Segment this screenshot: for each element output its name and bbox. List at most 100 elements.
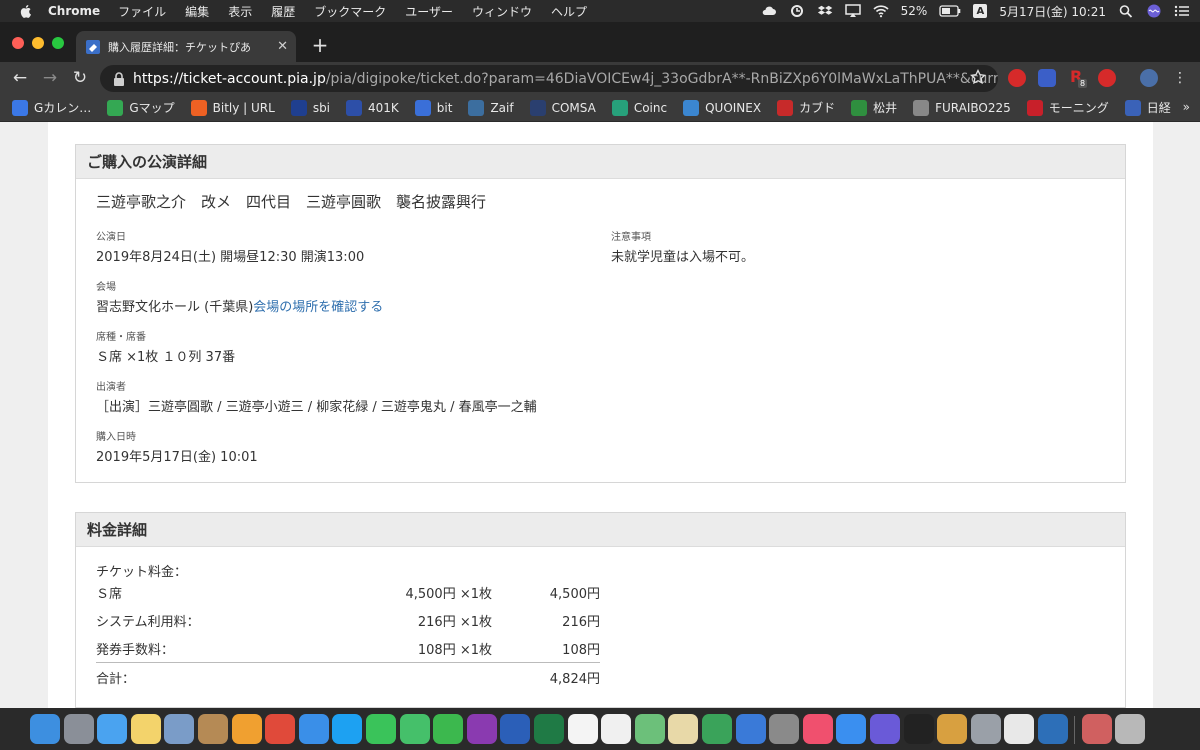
dropbox-icon[interactable]: [817, 4, 833, 18]
menu-bookmarks[interactable]: ブックマーク: [314, 3, 386, 20]
contacts-icon[interactable]: [198, 714, 228, 744]
profile-avatar-icon[interactable]: [1140, 69, 1158, 87]
excel-icon[interactable]: [534, 714, 564, 744]
siri-icon[interactable]: [870, 714, 900, 744]
bookmark-label: Gカレン…: [34, 101, 92, 115]
menu-edit[interactable]: 編集: [185, 3, 209, 20]
bookmark-label: 松井: [873, 101, 898, 115]
price-row-unit: 216円 ×1枚: [417, 615, 492, 630]
word-icon[interactable]: [500, 714, 531, 744]
bookmarks-overflow-icon[interactable]: »: [1183, 100, 1190, 114]
bookmark-item[interactable]: QUOINEX: [683, 99, 761, 116]
reminders-icon[interactable]: [601, 714, 632, 744]
bookmark-item[interactable]: 日経: [1124, 99, 1171, 116]
creative-cloud-icon[interactable]: [761, 4, 777, 18]
trend-micro-extension-icon[interactable]: [1008, 69, 1026, 87]
maps-icon[interactable]: [634, 714, 665, 744]
bookmark-item[interactable]: Gマップ: [107, 99, 175, 116]
bookmark-item[interactable]: sbi: [290, 99, 330, 116]
textedit-icon[interactable]: [668, 714, 699, 744]
airplay-icon[interactable]: [844, 4, 861, 18]
battery-icon[interactable]: [939, 4, 961, 18]
price-row: Ｓ席 4,500円 ×1枚 4,500円: [96, 583, 600, 603]
menu-help[interactable]: ヘルプ: [551, 3, 587, 20]
reload-icon[interactable]: ↻: [70, 68, 90, 88]
safari-icon[interactable]: [298, 714, 329, 744]
price-row-unit: 108円 ×1枚: [417, 643, 492, 658]
menu-view[interactable]: 表示: [228, 3, 252, 20]
screenshot-icon[interactable]: [970, 714, 1001, 744]
address-bar[interactable]: https://ticket-account.pia.jp/pia/digipo…: [100, 65, 998, 92]
window-zoom-button[interactable]: [52, 37, 64, 49]
chat-extension-icon[interactable]: [1038, 69, 1056, 87]
back-arrow-icon[interactable]: ←: [10, 68, 30, 88]
icloud-icon[interactable]: [97, 714, 128, 744]
venue-map-link[interactable]: 会場の場所を確認する: [253, 300, 383, 315]
app-name-menu[interactable]: Chrome: [48, 4, 100, 18]
notes-icon[interactable]: [130, 714, 161, 744]
dock-separator: [1073, 716, 1075, 744]
trash-icon[interactable]: [1115, 714, 1146, 744]
bookmark-star-icon[interactable]: [970, 69, 986, 85]
apple-logo-icon[interactable]: [18, 3, 34, 19]
bookmark-item[interactable]: 401K: [346, 99, 399, 116]
lastpass-extension-icon[interactable]: [1098, 69, 1116, 87]
quicktime-icon[interactable]: [1038, 714, 1068, 744]
lock-icon: [114, 71, 124, 86]
bookmark-item[interactable]: 松井: [851, 99, 897, 116]
calendar-icon[interactable]: [567, 714, 598, 744]
window-minimize-button[interactable]: [32, 37, 44, 49]
bookmark-item[interactable]: Zaif: [468, 99, 514, 116]
siri-icon[interactable]: [1146, 4, 1162, 18]
window-close-button[interactable]: [12, 37, 24, 49]
notification-center-icon[interactable]: [1174, 4, 1190, 18]
spotlight-search-icon[interactable]: [1118, 4, 1134, 18]
tab-title: 購入履歴詳細：チケットぴあ: [108, 40, 251, 54]
pages-icon[interactable]: [1004, 714, 1035, 744]
venue-field: 会場 習志野文化ホール (千葉県)会場の場所を確認する: [96, 278, 383, 315]
numbers-icon[interactable]: [702, 714, 732, 744]
bookmark-item[interactable]: COMSA: [529, 99, 596, 116]
wifi-icon[interactable]: [873, 4, 889, 18]
app-store-icon[interactable]: [836, 714, 867, 744]
preview-icon[interactable]: [164, 714, 195, 744]
bookmark-item[interactable]: Gカレン…: [12, 99, 91, 116]
seat-value: Ｓ席 ×1枚 １０列 37番: [96, 350, 236, 365]
launchpad-icon[interactable]: [63, 714, 94, 744]
bookmark-item[interactable]: モーニング: [1026, 99, 1109, 116]
menu-file[interactable]: ファイル: [118, 3, 166, 20]
keynote-icon[interactable]: [735, 714, 766, 744]
bookmark-item[interactable]: bit: [414, 99, 452, 116]
menu-history[interactable]: 履歴: [271, 3, 295, 20]
music-icon[interactable]: [802, 714, 833, 744]
finder-icon[interactable]: [30, 714, 60, 744]
system-preferences-icon[interactable]: [769, 714, 800, 744]
bookmark-item[interactable]: Bitly | URL: [190, 99, 275, 116]
sync-status-icon[interactable]: [789, 4, 805, 18]
tab-close-icon[interactable]: ✕: [277, 39, 288, 54]
menubar-clock[interactable]: 5月17日(金) 10:21: [999, 3, 1106, 20]
messages-icon[interactable]: [399, 714, 430, 744]
active-tab[interactable]: 購入履歴詳細：チケットぴあ ✕: [76, 31, 296, 62]
bookmark-item[interactable]: Coinc: [611, 99, 667, 116]
globe-icon: [913, 99, 930, 116]
facetime-icon[interactable]: [433, 714, 464, 744]
menu-window[interactable]: ウィンドウ: [472, 3, 532, 20]
new-tab-button[interactable]: +: [308, 34, 332, 58]
onenote-icon[interactable]: [466, 714, 497, 744]
chrome-icon[interactable]: [265, 714, 296, 744]
r-extension-icon[interactable]: R 8: [1068, 67, 1088, 88]
bookmark-item[interactable]: FURAIBO225: [913, 99, 1011, 116]
downloads-icon[interactable]: [1081, 714, 1112, 744]
input-method-indicator[interactable]: A: [973, 4, 988, 18]
photos-icon[interactable]: [231, 714, 262, 744]
bookmark-item[interactable]: カブド: [777, 99, 835, 116]
line-icon[interactable]: [366, 714, 396, 744]
menu-user[interactable]: ユーザー: [405, 3, 453, 20]
chrome-menu-icon[interactable]: ⋮: [1170, 68, 1190, 88]
forward-arrow-icon[interactable]: →: [40, 68, 60, 88]
venue-value: 習志野文化ホール (千葉県): [96, 300, 254, 315]
clock-widget-icon[interactable]: [937, 714, 968, 744]
kindle-icon[interactable]: [903, 714, 934, 744]
twitter-icon[interactable]: [332, 714, 363, 744]
